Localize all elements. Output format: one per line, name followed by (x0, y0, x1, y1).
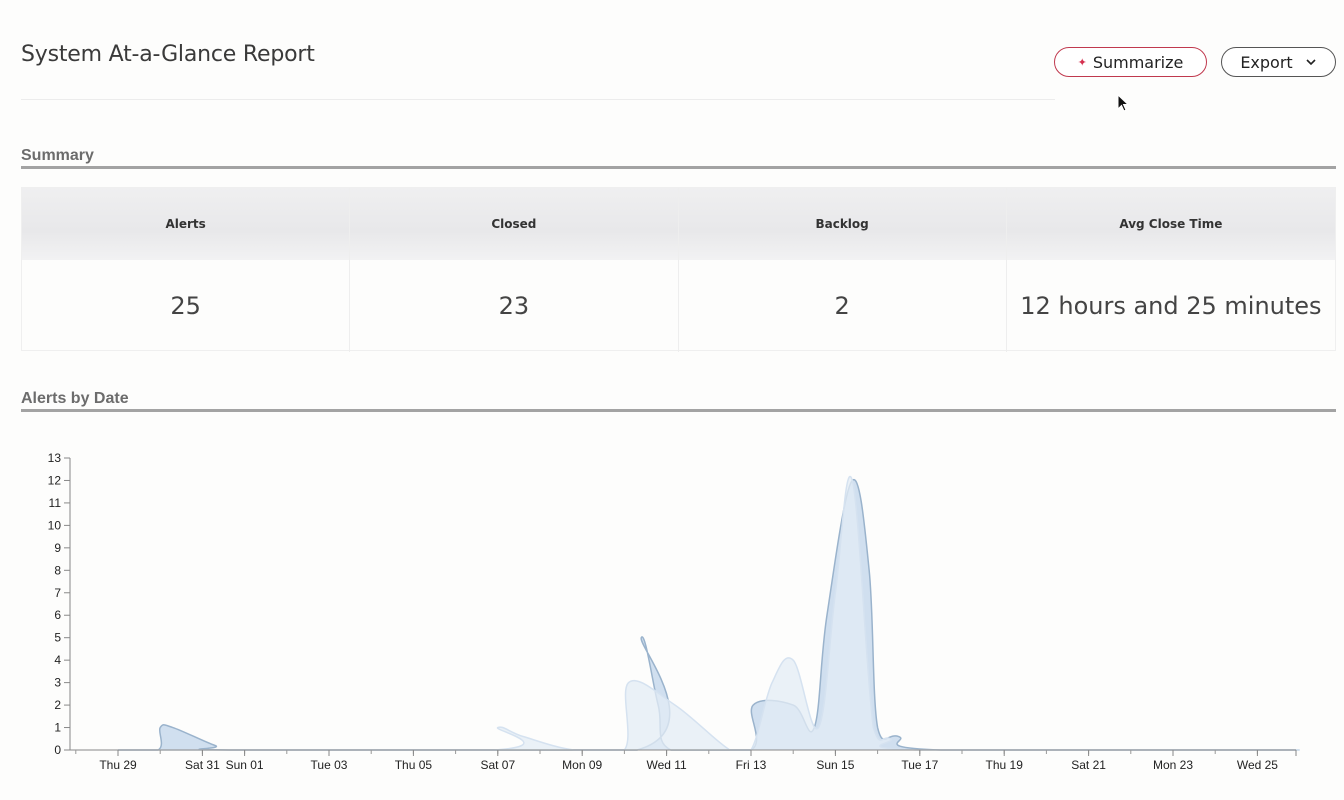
summary-header: Avg Close Time (1006, 188, 1335, 260)
series-2-area (118, 476, 1300, 750)
y-tick-label: 13 (48, 451, 62, 465)
export-label: Export (1240, 52, 1293, 72)
y-tick-label: 8 (54, 563, 61, 577)
x-tick-label: Thu 19 (986, 758, 1024, 772)
alerts-by-date-chart: 012345678910111213Thu 29 Sat 31 Sun 01 Tue … (48, 451, 1300, 772)
series-1-area (118, 479, 1300, 750)
x-tick-label: Sun 01 (226, 758, 264, 772)
export-button[interactable]: Export (1221, 47, 1336, 77)
sparkle-icon: ✦ (1077, 55, 1087, 69)
y-tick-label: 10 (48, 518, 62, 532)
x-tick-label: Wed 11 (646, 758, 687, 772)
x-tick-label: Sat 07 (480, 758, 515, 772)
x-tick-label: Tue 17 (901, 758, 938, 772)
chevron-down-icon (1306, 59, 1316, 66)
mouse-cursor-icon (1117, 94, 1130, 112)
y-tick-label: 9 (54, 541, 61, 555)
y-tick-label: 11 (49, 496, 62, 510)
x-tick-label: Thu 05 (395, 758, 433, 772)
summary-header: Closed (350, 188, 678, 260)
summary-value: 25 (170, 292, 201, 320)
summary-cell-backlog: Backlog 2 (678, 188, 1007, 352)
page-title: System At-a-Glance Report (21, 42, 315, 67)
summary-value: 2 (834, 292, 850, 320)
series-1-line (118, 478, 1300, 751)
y-tick-label: 2 (54, 698, 61, 712)
y-tick-label: 0 (54, 743, 61, 757)
summary-cell-closed: Closed 23 (350, 188, 679, 352)
summary-table: Alerts 25 Closed 23 Backlog 2 Avg Close … (21, 187, 1336, 352)
x-tick-label: Thu 29 (99, 758, 137, 772)
x-tick-label: Sun 15 (816, 758, 854, 772)
summary-header: Backlog (678, 188, 1006, 260)
x-tick-label: Mon 09 (562, 758, 602, 772)
x-tick-label: Tue 03 (311, 758, 348, 772)
y-tick-label: 5 (54, 631, 61, 645)
x-tick-label: Mon 23 (1153, 758, 1193, 772)
summary-value: 23 (498, 292, 530, 320)
x-tick-label: Sat 21 (1071, 758, 1106, 772)
y-tick-label: 7 (54, 586, 61, 600)
summary-cell-alerts: Alerts 25 (22, 188, 351, 352)
summarize-label: Summarize (1092, 52, 1184, 72)
x-tick-label: Fri 13 (736, 758, 767, 772)
y-tick-label: 6 (54, 608, 61, 622)
summarize-button[interactable]: ✦ Summarize (1054, 47, 1207, 77)
summary-cell-avg-close-time: Avg Close Time 12 hours and 25 minutes (1006, 188, 1335, 352)
summary-header: Alerts (22, 188, 350, 260)
alerts-by-date-heading: Alerts by Date (21, 390, 1336, 412)
x-tick-label: Wed 25 (1237, 758, 1278, 772)
y-tick-label: 4 (54, 653, 61, 667)
y-tick-label: 1 (54, 721, 61, 735)
title-divider (21, 99, 1055, 100)
summary-heading: Summary (21, 147, 1336, 169)
summary-value: 12 hours and 25 minutes (1020, 292, 1322, 320)
y-tick-label: 12 (48, 473, 62, 487)
y-tick-label: 3 (54, 676, 61, 690)
series-2-line (118, 476, 1300, 751)
x-tick-label: Sat 31 (185, 758, 220, 772)
